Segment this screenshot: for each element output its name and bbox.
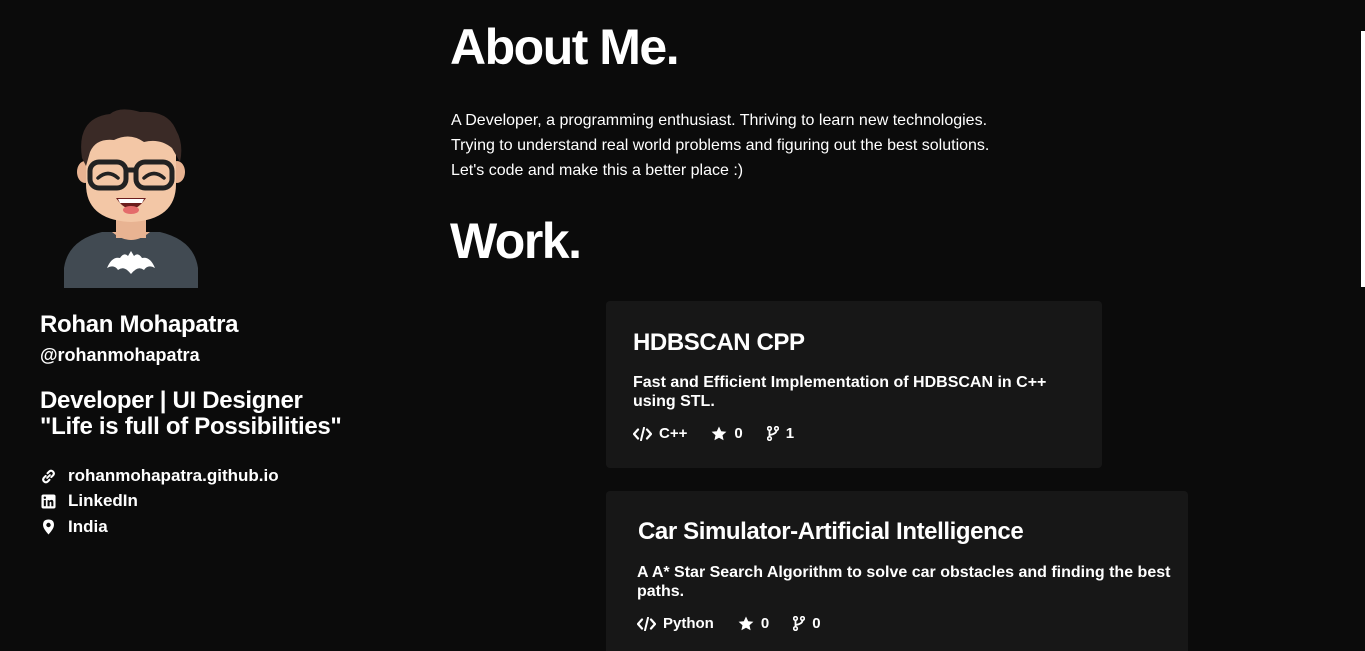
profile-name: Rohan Mohapatra [40, 311, 239, 338]
project-stars: 0 [711, 425, 743, 442]
about-line: Trying to understand real world problems… [451, 137, 990, 154]
about-line: A Developer, a programming enthusiast. T… [451, 112, 988, 129]
location-label: India [68, 517, 108, 536]
language-label: C++ [659, 425, 688, 442]
forks-count: 0 [812, 615, 821, 632]
linkedin-link-row[interactable]: LinkedIn [40, 491, 138, 511]
linkedin-icon [40, 493, 56, 509]
page-root: Rohan Mohapatra @rohanmohapatra Develope… [0, 0, 1365, 651]
project-card-hdbscan[interactable]: HDBSCAN CPP Fast and Efficient Implement… [606, 301, 1102, 468]
code-icon [633, 426, 652, 441]
star-icon [711, 426, 727, 441]
about-heading: About Me. [450, 19, 680, 75]
scrollbar[interactable] [1361, 31, 1365, 287]
project-language: Python [637, 615, 714, 632]
stars-count: 0 [760, 615, 770, 632]
project-language: C++ [633, 425, 687, 442]
project-forks: 1 [766, 425, 795, 442]
fork-icon [766, 426, 779, 441]
website-link-row[interactable]: rohanmohapatra.github.io [40, 466, 279, 486]
project-stars: 0 [738, 615, 769, 632]
website-link[interactable]: rohanmohapatra.github.io [68, 466, 279, 486]
location-row: India [40, 517, 108, 537]
project-description: A A* Star Search Algorithm to solve car … [637, 564, 1171, 600]
profile-tagline: "Life is full of Possibilities" [40, 413, 342, 440]
avatar [64, 109, 198, 288]
star-icon [738, 616, 754, 631]
fork-icon [793, 616, 806, 631]
linkedin-link[interactable]: LinkedIn [68, 491, 138, 511]
about-line: Let's code and make this a better place … [451, 162, 744, 179]
language-label: Python [663, 615, 714, 632]
project-forks: 0 [793, 615, 821, 632]
project-meta: C++ 0 1 [633, 425, 818, 442]
link-icon [40, 468, 56, 484]
project-title[interactable]: Car Simulator-Artificial Intelligence [638, 518, 1024, 546]
profile-bio: Developer | UI Designer "Life is full of… [40, 388, 342, 440]
project-meta: Python 0 0 [637, 615, 845, 632]
stars-count: 0 [734, 425, 743, 442]
code-icon [637, 616, 656, 631]
about-text: A Developer, a programming enthusiast. T… [451, 108, 989, 183]
project-card-car-simulator[interactable]: Car Simulator-Artificial Intelligence A … [606, 491, 1188, 651]
forks-count: 1 [785, 425, 795, 442]
profile-handle: @rohanmohapatra [40, 345, 200, 365]
project-title[interactable]: HDBSCAN CPP [633, 329, 805, 357]
project-description: Fast and Efficient Implementation of HDB… [633, 374, 1047, 410]
profile-bio-line: Developer | UI Designer [40, 387, 303, 414]
work-heading: Work. [450, 213, 582, 269]
location-pin-icon [40, 519, 56, 535]
